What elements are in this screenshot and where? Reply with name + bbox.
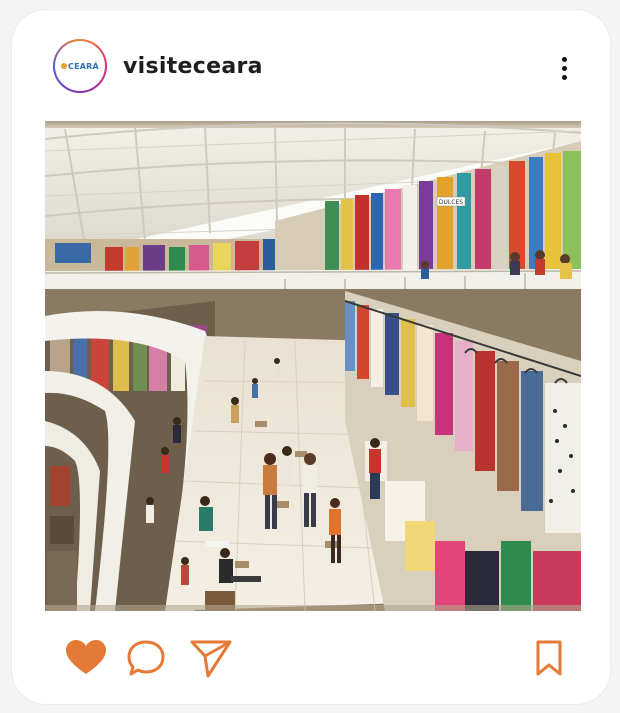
comment-button[interactable] xyxy=(126,638,170,678)
comment-icon xyxy=(127,640,165,676)
dot-icon xyxy=(561,74,567,80)
heart-icon xyxy=(66,640,106,674)
logo-mark-icon xyxy=(61,63,68,69)
avatar-logo-text: CEARÁ xyxy=(68,61,99,71)
dot-icon xyxy=(561,65,567,71)
post-card: CEARÁ visiteceara DULCES xyxy=(12,10,610,704)
send-icon xyxy=(190,640,232,678)
share-button[interactable] xyxy=(188,638,232,678)
dot-icon xyxy=(561,56,567,62)
store-sign: DULCES xyxy=(439,199,463,206)
avatar[interactable]: CEARÁ xyxy=(53,39,107,93)
avatar-image: CEARÁ xyxy=(55,41,105,91)
like-button[interactable] xyxy=(64,638,108,678)
more-options-button[interactable] xyxy=(552,52,576,84)
username[interactable]: visiteceara xyxy=(123,54,263,79)
bookmark-icon xyxy=(536,640,562,676)
post-actions xyxy=(12,630,610,686)
post-photo[interactable]: DULCES xyxy=(45,121,581,611)
post-header: CEARÁ visiteceara xyxy=(12,10,610,122)
save-button[interactable] xyxy=(532,638,566,678)
